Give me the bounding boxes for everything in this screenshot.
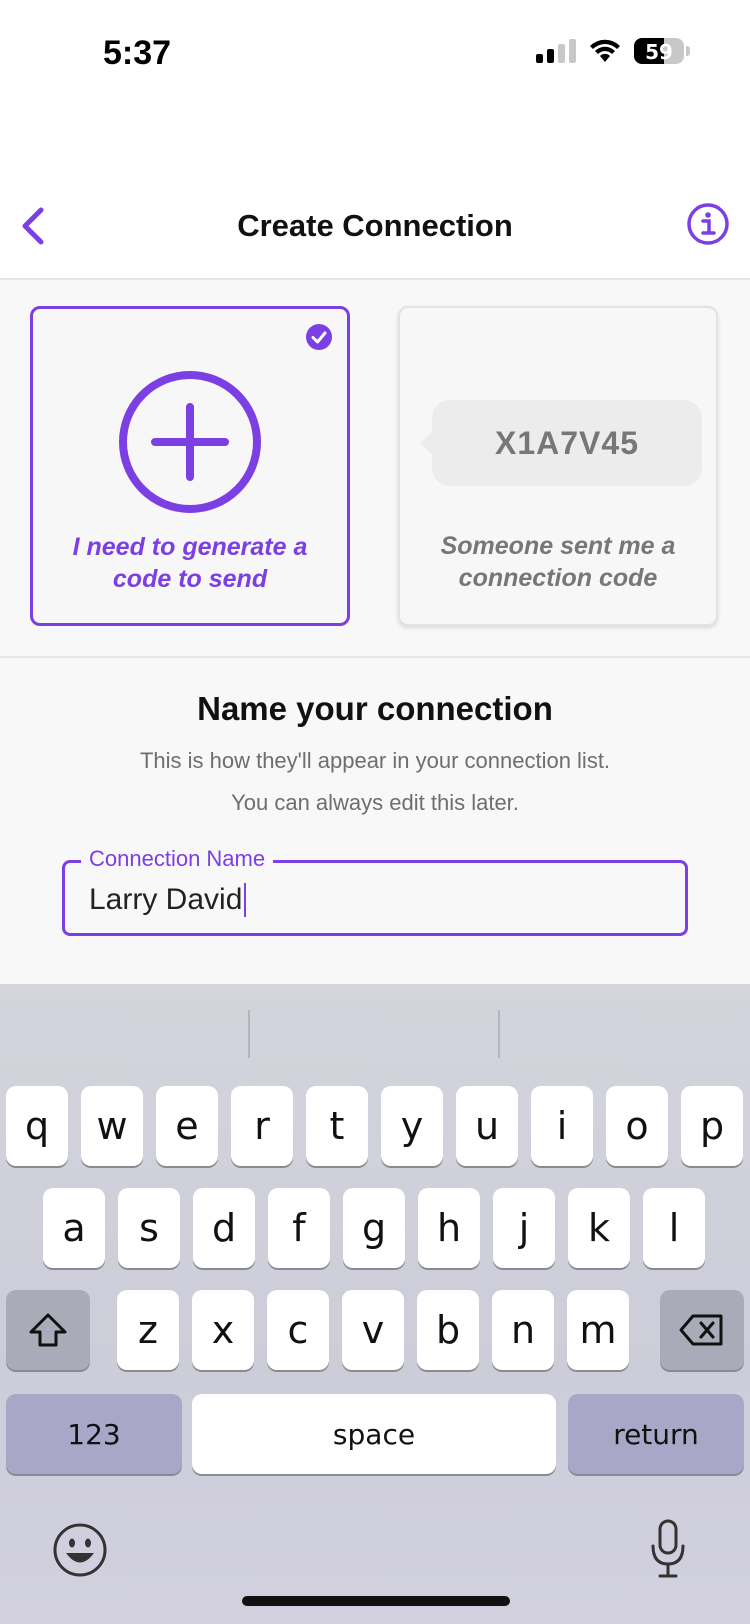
status-bar: 5:37 59 — [0, 0, 750, 110]
key-s[interactable]: s — [118, 1188, 180, 1268]
emoji-icon[interactable] — [52, 1522, 108, 1578]
on-screen-keyboard: 123 space return qwertyuiop asdfghjkl zxcv… — [0, 984, 750, 1624]
info-icon — [687, 203, 729, 245]
battery-cap — [686, 46, 690, 56]
page-title: Create Connection — [237, 208, 513, 243]
suggestion-divider — [248, 1010, 250, 1058]
key-g[interactable]: g — [343, 1188, 405, 1268]
plus-circle-icon — [119, 371, 261, 513]
key-a[interactable]: a — [43, 1188, 105, 1268]
key-y[interactable]: y — [381, 1086, 443, 1166]
status-time: 5:37 — [103, 34, 172, 72]
key-c[interactable]: c — [267, 1290, 329, 1370]
backspace-icon — [679, 1314, 723, 1346]
key-w[interactable]: w — [81, 1086, 143, 1166]
key-v[interactable]: v — [342, 1290, 404, 1370]
key-d[interactable]: d — [193, 1188, 255, 1268]
text-caret — [244, 883, 247, 917]
key-i[interactable]: i — [531, 1086, 593, 1166]
shift-key[interactable] — [6, 1290, 90, 1370]
generate-code-label-line2: code to send — [112, 565, 268, 593]
key-j[interactable]: j — [493, 1188, 555, 1268]
key-h[interactable]: h — [418, 1188, 480, 1268]
name-section-heading: Name your connection — [197, 690, 553, 727]
suggestion-divider — [498, 1010, 500, 1058]
key-m[interactable]: m — [567, 1290, 629, 1370]
info-button[interactable] — [686, 202, 730, 246]
sample-code-bubble: X1A7V45 — [420, 400, 702, 486]
received-code-label-line1: Someone sent me a — [440, 532, 676, 560]
delete-key[interactable] — [660, 1290, 744, 1370]
nav-header: Create Connection — [0, 110, 750, 280]
battery-percent: 59 — [645, 40, 673, 64]
numbers-key[interactable]: 123 — [6, 1394, 182, 1474]
generate-code-label-line1: I need to generate a — [72, 533, 308, 561]
connection-name-input[interactable]: Larry David — [89, 883, 247, 917]
key-f[interactable]: f — [268, 1188, 330, 1268]
shift-icon — [29, 1313, 67, 1347]
key-e[interactable]: e — [156, 1086, 218, 1166]
generate-code-label: I need to generate a code to send — [33, 531, 347, 595]
battery-icon: 59 — [634, 38, 684, 64]
status-icons: 59 — [536, 38, 690, 64]
name-section-subtitle-1: This is how they'll appear in your conne… — [139, 748, 611, 773]
key-t[interactable]: t — [306, 1086, 368, 1166]
key-r[interactable]: r — [231, 1086, 293, 1166]
name-section-subtitle-2: You can always edit this later. — [231, 790, 519, 815]
return-key[interactable]: return — [568, 1394, 744, 1474]
key-b[interactable]: b — [417, 1290, 479, 1370]
cellular-signal-icon — [536, 39, 576, 63]
connection-name-field[interactable]: Connection Name Larry David — [62, 846, 688, 936]
connection-name-value: Larry David — [89, 883, 243, 916]
space-key[interactable]: space — [192, 1394, 556, 1474]
key-z[interactable]: z — [117, 1290, 179, 1370]
connection-name-label: Connection Name — [81, 846, 274, 872]
key-q[interactable]: q — [6, 1086, 68, 1166]
key-k[interactable]: k — [568, 1188, 630, 1268]
microphone-icon[interactable] — [648, 1518, 688, 1580]
connection-type-options: I need to generate a code to send X1A7V4… — [0, 282, 750, 658]
key-l[interactable]: l — [643, 1188, 705, 1268]
key-u[interactable]: u — [456, 1086, 518, 1166]
generate-code-option[interactable]: I need to generate a code to send — [30, 306, 350, 626]
key-x[interactable]: x — [192, 1290, 254, 1370]
wifi-icon — [590, 39, 620, 62]
key-p[interactable]: p — [681, 1086, 743, 1166]
home-indicator — [242, 1596, 510, 1606]
checkmark-badge-icon — [306, 324, 332, 350]
received-code-label: Someone sent me a connection code — [400, 530, 716, 594]
key-n[interactable]: n — [492, 1290, 554, 1370]
key-o[interactable]: o — [606, 1086, 668, 1166]
received-code-option[interactable]: X1A7V45 Someone sent me a connection cod… — [398, 306, 718, 626]
received-code-label-line2: connection code — [458, 564, 658, 592]
